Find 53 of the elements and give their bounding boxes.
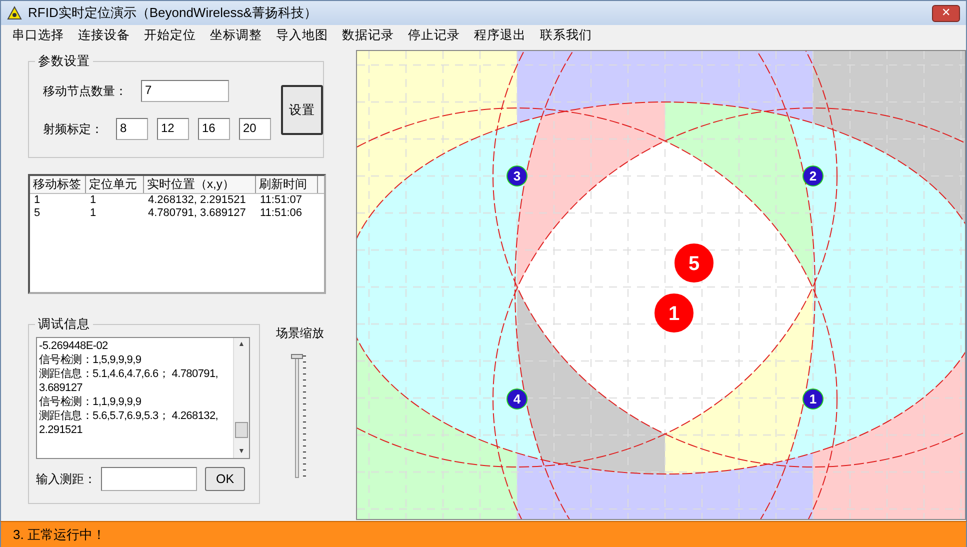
anchor-node bbox=[506, 166, 528, 186]
table-cell-text: 4.268132, 2.291521 bbox=[147, 194, 247, 207]
debug-log: -5.269448E-02 信号检测：1,5,9,9,9,9 测距信息：5.1,4.6,4.7,6.6； 4.780791, 3.689127 信号检测：1,1,9,9,9,9 测距信息：5.6,5.7,6.9,5.3； 4.268132, 2.291521 bbox=[38, 339, 220, 438]
tag-node bbox=[674, 244, 714, 282]
menu-item[interactable]: 程序退出 bbox=[467, 25, 533, 45]
tag-node bbox=[654, 294, 694, 332]
scrollbar-thumb[interactable] bbox=[235, 422, 248, 438]
marker-label: 4 bbox=[513, 392, 521, 407]
field-label: 射频标定： bbox=[43, 121, 104, 138]
table-cell-text: 5 bbox=[33, 207, 42, 220]
menu-item[interactable]: 坐标调整 bbox=[203, 25, 269, 45]
status-bar: 3. 正常运行中！ bbox=[0, 521, 967, 547]
menu-item[interactable]: 导入地图 bbox=[269, 25, 335, 45]
table-cell-text: 1 bbox=[33, 194, 42, 207]
column-header[interactable]: 刷新时间 bbox=[256, 176, 318, 193]
table-cell-text: 4.780791, 3.689127 bbox=[147, 207, 247, 220]
table-cell-text: 11:51:07 bbox=[259, 194, 304, 207]
marker-label: 5 bbox=[688, 253, 700, 276]
marker-label: 1 bbox=[809, 392, 817, 407]
close-button[interactable]: ✕ bbox=[932, 4, 960, 22]
anchor-node bbox=[802, 166, 824, 186]
slider-thumb[interactable] bbox=[291, 354, 303, 359]
calibration-field[interactable]: 8 bbox=[116, 118, 148, 140]
distance-input[interactable] bbox=[101, 467, 197, 491]
field-label: 移动节点数量： bbox=[43, 83, 128, 100]
calibration-field[interactable]: 20 bbox=[239, 118, 271, 140]
anchor-node bbox=[506, 388, 528, 410]
ok-button[interactable]: OK bbox=[205, 467, 245, 491]
menu-item[interactable]: 数据记录 bbox=[335, 25, 401, 45]
menu-item[interactable]: 联系我们 bbox=[533, 25, 599, 45]
column-header[interactable]: 实时位置（x,y） bbox=[144, 176, 256, 193]
anchor-node bbox=[802, 388, 824, 410]
marker-label: 1 bbox=[668, 303, 680, 326]
table-cell-text: 1 bbox=[89, 194, 98, 207]
node-count-field[interactable]: 7 bbox=[141, 80, 229, 102]
column-header[interactable]: 移动标签 bbox=[30, 176, 86, 193]
group-title: 参数设置 bbox=[35, 54, 93, 68]
menu-item[interactable]: 停止记录 bbox=[401, 25, 467, 45]
field-label: 输入测距： bbox=[36, 471, 97, 488]
set-button[interactable]: 设置 bbox=[281, 85, 323, 135]
column-header[interactable]: 定位单元 bbox=[86, 176, 144, 193]
table-cell-text: 11:51:06 bbox=[259, 207, 304, 220]
window-title: RFID实时定位演示（BeyondWireless&菁扬科技） bbox=[28, 4, 317, 22]
marker-label: 2 bbox=[809, 168, 817, 184]
menu-item[interactable]: 连接设备 bbox=[71, 25, 137, 45]
menu-item[interactable]: 开始定位 bbox=[137, 25, 203, 45]
warning-icon bbox=[7, 6, 22, 20]
group-title: 调试信息 bbox=[35, 317, 93, 331]
marker-label: 3 bbox=[513, 168, 521, 184]
menu-item[interactable]: 串口选择 bbox=[5, 25, 71, 45]
table-cell-text: 1 bbox=[89, 207, 98, 220]
calibration-field[interactable]: 12 bbox=[157, 118, 189, 140]
calibration-field[interactable]: 16 bbox=[198, 118, 230, 140]
